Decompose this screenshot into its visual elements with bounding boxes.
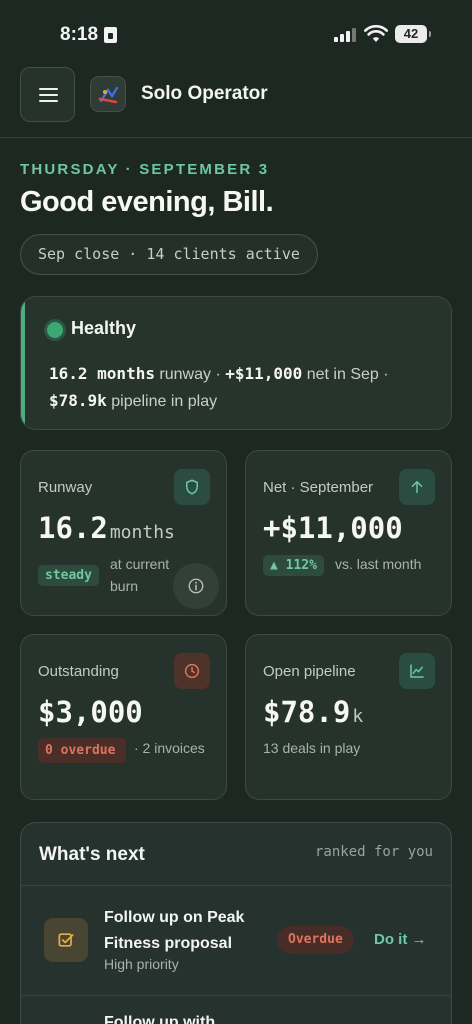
pipeline-label: Open pipeline: [263, 663, 356, 680]
outstanding-value: $3,000: [38, 695, 143, 729]
logo-icon: [98, 86, 119, 104]
task-priority: High priority: [104, 956, 179, 972]
date-line: THURSDAY · SEPTEMBER 3: [20, 161, 270, 178]
health-summary: 16.2 months runway · +$11,000 net in Sep…: [49, 361, 439, 415]
health-net-value: +$11,000: [225, 364, 303, 383]
checkbox-edit-icon: [44, 918, 88, 962]
health-status-dot: [47, 322, 63, 338]
outstanding-sub: · 2 invoices: [134, 740, 205, 756]
signal-icon: [334, 28, 358, 42]
id-card-icon: [104, 27, 117, 43]
wifi-icon: [364, 25, 388, 42]
context-pill[interactable]: Sep close · 14 clients active: [20, 234, 318, 275]
app-logo: [90, 76, 126, 112]
whats-next-hint: ranked for you: [314, 844, 433, 860]
info-icon: [188, 578, 204, 594]
health-net-suffix: net in Sep ·: [302, 366, 389, 383]
pipeline-value: $78.9 k: [263, 695, 364, 729]
divider: [21, 995, 451, 996]
net-label: Net · September: [263, 479, 374, 496]
battery-icon: 42: [395, 25, 431, 43]
clock-icon: [174, 653, 210, 689]
runway-unit: months: [109, 522, 175, 543]
net-card[interactable]: Net · September +$11,000 ▲ 112% vs. last…: [245, 450, 452, 616]
runway-card[interactable]: Runway 16.2 months steady at current burn: [20, 450, 227, 616]
task-status-badge: Overdue: [277, 926, 354, 954]
menu-button[interactable]: [20, 67, 75, 122]
pipeline-unit: k: [352, 706, 364, 727]
status-time: 8:18: [60, 24, 99, 45]
runway-badge: steady: [38, 565, 99, 586]
pipeline-card[interactable]: Open pipeline $78.9 k 13 deals in play: [245, 634, 452, 800]
health-runway-value: 16.2 months: [49, 364, 155, 383]
outstanding-badge: 0 overdue: [38, 738, 126, 763]
net-badge: ▲ 112%: [263, 555, 324, 576]
do-it-button[interactable]: Do it →: [374, 931, 427, 948]
app-header: Solo Operator: [0, 62, 472, 138]
runway-label: Runway: [38, 479, 93, 496]
task-title[interactable]: Follow up on Peak Fitness proposal: [104, 905, 274, 957]
greeting-heading: Good evening, Bill.: [20, 186, 274, 218]
task-title[interactable]: Follow up with: [104, 1014, 304, 1024]
health-accent-bar: [21, 297, 25, 429]
app-title: Solo Operator: [141, 83, 268, 104]
outstanding-card[interactable]: Outstanding $3,000 0 overdue · 2 invoice…: [20, 634, 227, 800]
health-label: Healthy: [71, 318, 137, 338]
whats-next-card: What's next ranked for you Follow up on …: [20, 822, 452, 1024]
whats-next-title: What's next: [39, 844, 145, 865]
status-bar: 8:18 42: [0, 0, 472, 62]
health-pipeline-suffix: pipeline in play: [106, 393, 218, 410]
divider: [21, 885, 451, 886]
arrow-up-icon: [399, 469, 435, 505]
runway-value: 16.2 months: [38, 511, 175, 545]
net-sub: vs. last month: [335, 556, 422, 572]
pipeline-sub: 13 deals in play: [263, 740, 361, 756]
shield-icon: [174, 469, 210, 505]
outstanding-label: Outstanding: [38, 663, 119, 680]
health-card[interactable]: Healthy 16.2 months runway · +$11,000 ne…: [20, 296, 452, 430]
health-pipeline-value: $78.9k: [49, 391, 107, 410]
health-runway-suffix: runway ·: [154, 366, 226, 383]
info-button[interactable]: [173, 563, 219, 609]
net-value: +$11,000: [263, 511, 403, 545]
trend-chart-icon: [399, 653, 435, 689]
